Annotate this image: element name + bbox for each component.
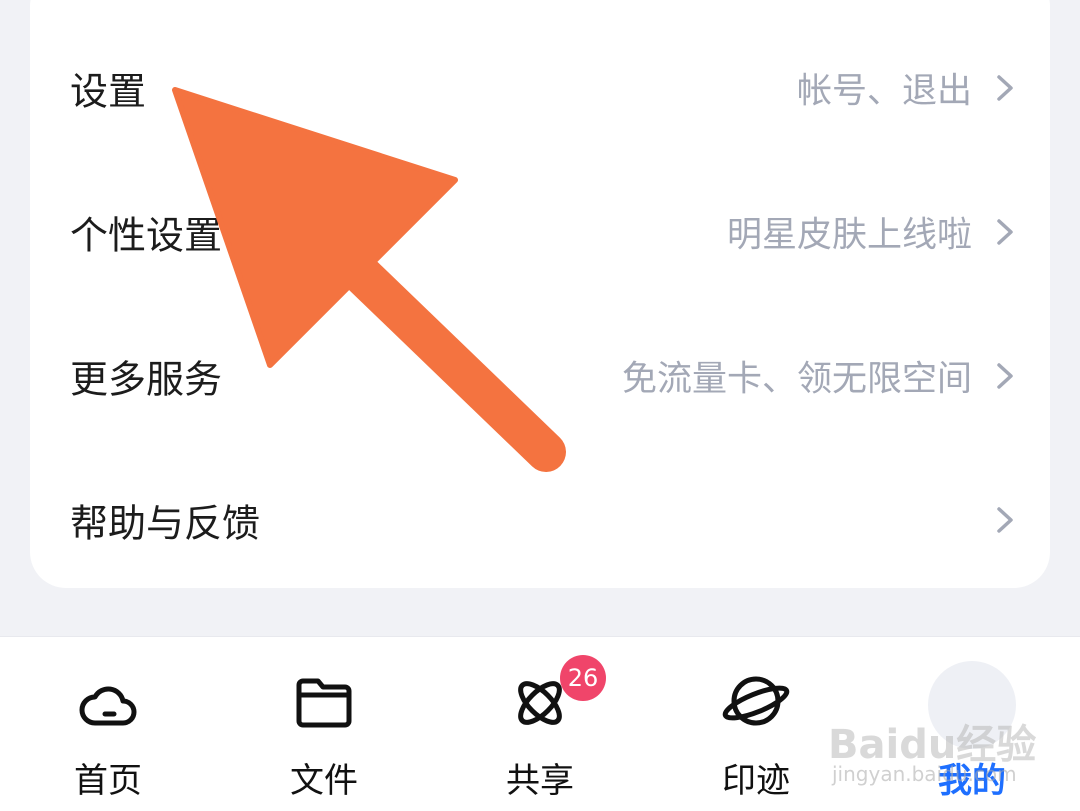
- menu-item-label: 帮助与反馈: [70, 501, 261, 546]
- planet-icon: [722, 676, 790, 726]
- folder-icon: [296, 678, 352, 728]
- chevron-right-icon: [997, 363, 1013, 389]
- menu-item-hint: 帐号、退出: [796, 71, 972, 112]
- menu-item-help-feedback[interactable]: 帮助与反馈: [30, 448, 1050, 592]
- menu-item-hint: 明星皮肤上线啦: [726, 215, 972, 256]
- chevron-right-icon: [997, 75, 1013, 101]
- avatar: [928, 661, 1016, 749]
- tab-files[interactable]: 文件: [244, 637, 404, 811]
- menu-item-hint: 免流量卡、领无限空间: [621, 359, 972, 400]
- chevron-right-icon: [997, 219, 1013, 245]
- bottom-tab-bar: 首页 文件 26 共享 印迹 我的: [0, 636, 1080, 811]
- menu-item-settings[interactable]: 设置 帐号、退出: [30, 16, 1050, 160]
- tab-footprint-label: 印迹: [722, 761, 790, 801]
- tab-share-label: 共享: [506, 761, 574, 801]
- menu-item-label: 个性设置: [70, 213, 223, 258]
- cloud-icon: [79, 686, 137, 726]
- tab-share[interactable]: 26 共享: [460, 637, 620, 811]
- menu-item-label: 更多服务: [70, 357, 223, 402]
- chevron-right-icon: [997, 507, 1013, 533]
- notification-badge: 26: [560, 655, 606, 701]
- menu-item-personalization[interactable]: 个性设置 明星皮肤上线啦: [30, 160, 1050, 304]
- tab-files-label: 文件: [290, 761, 358, 801]
- tab-me-label: 我的: [938, 761, 1006, 801]
- tab-home-label: 首页: [74, 761, 142, 801]
- tab-footprint[interactable]: 印迹: [676, 637, 836, 811]
- menu-item-more-services[interactable]: 更多服务 免流量卡、领无限空间: [30, 304, 1050, 448]
- tab-me[interactable]: 我的: [892, 637, 1052, 811]
- menu-item-label: 设置: [70, 69, 147, 114]
- tab-home[interactable]: 首页: [28, 637, 188, 811]
